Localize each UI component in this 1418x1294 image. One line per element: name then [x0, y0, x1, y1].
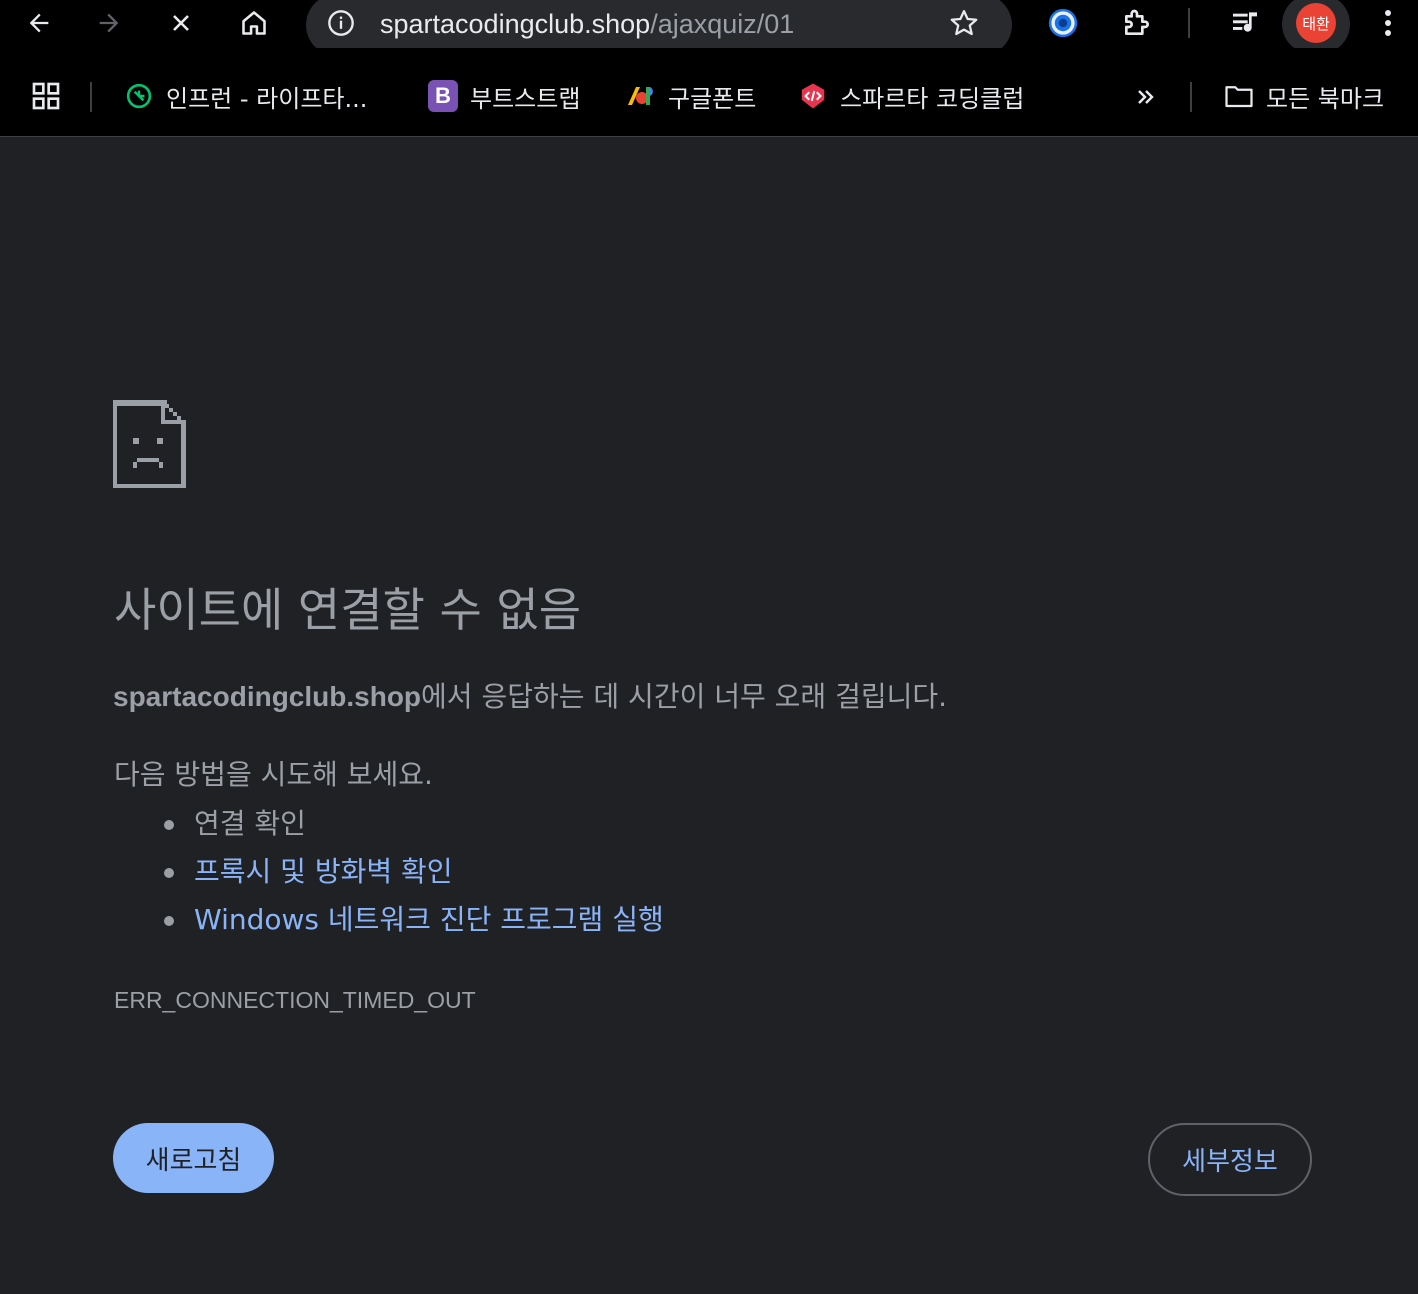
- error-title: 사이트에 연결할 수 없음: [114, 583, 582, 637]
- forward-arrow-icon[interactable]: [92, 6, 126, 40]
- bookmark-label: 스파르타 코딩클럽: [840, 84, 1025, 113]
- media-control-icon[interactable]: [1226, 4, 1264, 42]
- home-icon[interactable]: [236, 6, 272, 40]
- extensions-puzzle-icon[interactable]: [1118, 4, 1156, 42]
- bookmark-sparta[interactable]: 스파르타 코딩클럽: [798, 74, 1024, 118]
- folder-icon: [1224, 81, 1254, 111]
- details-button[interactable]: 세부정보: [1148, 1123, 1312, 1196]
- url-text[interactable]: spartacodingclub.shop/ajaxquiz/01: [380, 6, 794, 42]
- error-description: spartacodingclub.shop에서 응답하는 데 시간이 너무 오래…: [113, 676, 947, 718]
- menu-dots-icon[interactable]: [1372, 4, 1404, 42]
- bookmark-inflearn[interactable]: 인프런 - 라이프타...: [124, 74, 367, 118]
- all-bookmarks-label: 모든 북마크: [1266, 84, 1385, 113]
- reload-button[interactable]: 새로고침: [113, 1123, 274, 1193]
- error-description-text: 에서 응답하는 데 시간이 너무 오래 걸립니다.: [421, 680, 948, 713]
- browser-toolbar: spartacodingclub.shop/ajaxquiz/01 태환: [0, 0, 1418, 56]
- bookmark-star-icon[interactable]: [946, 6, 982, 40]
- inflearn-favicon-icon: [124, 81, 154, 111]
- url-domain: spartacodingclub.shop: [380, 9, 651, 39]
- bootstrap-favicon-letter: B: [428, 80, 458, 112]
- back-arrow-icon[interactable]: [22, 6, 56, 40]
- site-info-icon[interactable]: [324, 6, 358, 40]
- all-bookmarks[interactable]: 모든 북마크: [1224, 74, 1384, 118]
- sad-document-icon: [113, 400, 186, 492]
- bookmark-label: 구글폰트: [668, 84, 757, 113]
- toolbar-divider: [1188, 8, 1190, 38]
- sparta-favicon-icon: [798, 81, 828, 111]
- suggestion-check-proxy-link[interactable]: 프록시 및 방화벽 확인: [164, 848, 664, 896]
- bookmarks-divider: [1190, 82, 1192, 112]
- suggestions-list: 연결 확인 프록시 및 방화벽 확인 Windows 네트워크 진단 프로그램 …: [164, 800, 664, 944]
- bookmarks-divider: [90, 82, 92, 112]
- bookmark-label: 인프런 - 라이프타...: [166, 84, 368, 113]
- bookmark-label: 부트스트랩: [470, 84, 581, 113]
- bookmark-google-fonts[interactable]: 구글폰트: [626, 74, 756, 118]
- error-site: spartacodingclub.shop: [113, 681, 422, 712]
- apps-grid-icon[interactable]: [28, 78, 64, 114]
- suggestion-network-diagnostics-link[interactable]: Windows 네트워크 진단 프로그램 실행: [164, 896, 664, 944]
- google-fonts-favicon-icon: [626, 81, 656, 111]
- error-code: ERR_CONNECTION_TIMED_OUT: [114, 987, 476, 1013]
- extension-globe-icon[interactable]: [1044, 4, 1082, 42]
- bootstrap-favicon-icon: B: [428, 80, 458, 112]
- url-path: /ajaxquiz/01: [650, 9, 795, 39]
- more-bookmarks-chevron-icon[interactable]: [1130, 80, 1162, 114]
- suggestions-heading: 다음 방법을 시도해 보세요.: [114, 758, 433, 791]
- stop-loading-icon[interactable]: [164, 6, 198, 40]
- avatar[interactable]: 태환: [1296, 3, 1336, 43]
- suggestion-check-connection: 연결 확인: [164, 800, 664, 848]
- bookmark-bootstrap[interactable]: B 부트스트랩: [428, 74, 580, 118]
